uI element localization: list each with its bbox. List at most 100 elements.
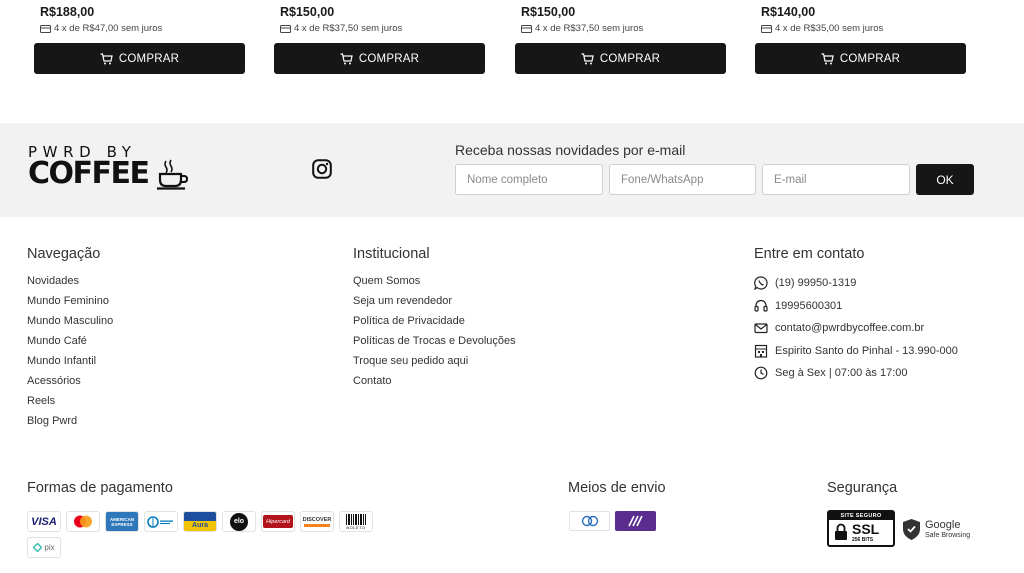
nav-link[interactable]: Blog Pwrd (27, 411, 113, 431)
product-price: R$140,00 (761, 5, 816, 19)
aura-stripe (184, 512, 216, 521)
nav-link[interactable]: Reels (27, 391, 113, 411)
contact-email-text: contato@pwrdbycoffee.com.br (775, 322, 925, 334)
newsletter-submit-button[interactable]: OK (916, 164, 974, 195)
buy-button[interactable]: COMPRAR (755, 43, 966, 74)
envelope-icon (754, 323, 768, 334)
buy-button-label: COMPRAR (118, 52, 180, 65)
buy-button-label: COMPRAR (839, 52, 901, 65)
elo-label: elo (233, 518, 245, 525)
buy-button[interactable]: COMPRAR (274, 43, 485, 74)
product-installments: 4 x de R$37,50 sem juros (280, 23, 402, 34)
diners-logo (147, 515, 173, 528)
shipping-carrier-logo (615, 511, 656, 531)
product-price: R$150,00 (521, 5, 576, 19)
installments-text: 4 x de R$37,50 sem juros (294, 23, 403, 34)
contact-phone[interactable]: 19995600301 (754, 297, 842, 315)
building-icon (754, 344, 768, 358)
visa-label: VISA (31, 515, 57, 528)
credit-card-icon (40, 24, 51, 33)
aura-icon: Aura (183, 511, 217, 532)
headset-icon (754, 299, 768, 312)
contact-whatsapp-text: (19) 99950-1319 (775, 277, 857, 289)
pix-icon: pix (27, 537, 61, 558)
hipercard-label: Hipercard (266, 518, 290, 525)
newsletter-name-input[interactable] (455, 164, 603, 195)
institutional-list: Quem Somos Seja um revendedor Política d… (353, 271, 516, 391)
boleto-label: BOLETO (346, 524, 366, 530)
ssl-seal: SITE SEGURO SSL 256 BITS (827, 510, 895, 547)
amex-label: AMERICAN EXPRESS (109, 516, 135, 527)
mastercard-logo (74, 515, 92, 528)
discover-stripe (304, 523, 330, 527)
product-strip: R$188,00 4 x de R$47,00 sem juros COMPRA… (0, 0, 1024, 123)
padlock-icon (835, 523, 847, 540)
whatsapp-icon (754, 276, 768, 290)
shield-icon (903, 518, 920, 540)
contact-title: Entre em contato (754, 246, 865, 262)
contact-address-text: Espirito Santo do Pinhal - 13.990-000 (775, 345, 958, 357)
nav-link[interactable]: Mundo Café (27, 331, 113, 351)
nav-link[interactable]: Novidades (27, 271, 113, 291)
contact-phone-text: 19995600301 (775, 300, 843, 312)
google-seal-text: Google Safe Browsing (925, 519, 970, 540)
cart-icon (581, 52, 594, 64)
mastercard-icon (66, 511, 100, 532)
navigation-list: Novidades Mundo Feminino Mundo Masculino… (27, 271, 113, 431)
logo-main-text: COFFEE (28, 156, 150, 191)
nav-link[interactable]: Mundo Infantil (27, 351, 113, 371)
pix-logo (33, 543, 43, 552)
carrier-rings-icon (581, 515, 598, 527)
google-label: Google (925, 518, 961, 531)
boleto-icon: BOLETO (339, 511, 373, 532)
barcode-icon (346, 513, 366, 525)
hipercard-icon: Hipercard (261, 511, 295, 532)
buy-button[interactable]: COMPRAR (515, 43, 726, 74)
institutional-link[interactable]: Seja um revendedor (353, 291, 516, 311)
contact-hours: Seg à Sex | 07:00 às 17:00 (754, 364, 908, 382)
instagram-icon[interactable] (312, 159, 332, 179)
nav-link[interactable]: Mundo Feminino (27, 291, 113, 311)
cart-icon (340, 52, 353, 64)
buy-button[interactable]: COMPRAR (34, 43, 245, 74)
discover-icon: DISCOVER (300, 511, 334, 532)
contact-address: Espirito Santo do Pinhal - 13.990-000 (754, 342, 958, 360)
credit-card-icon (280, 24, 291, 33)
brand-logo[interactable]: PWRD BY COFFEE (28, 143, 198, 191)
elo-badge: elo (230, 512, 248, 531)
product-price: R$150,00 (280, 5, 335, 19)
shipping-title: Meios de envio (568, 480, 666, 496)
contact-email[interactable]: contato@pwrdbycoffee.com.br (754, 319, 924, 337)
google-safe-browsing-seal: Google Safe Browsing (902, 515, 970, 543)
carrier-stripes-icon (627, 515, 643, 527)
ssl-seal-main: SSL (852, 521, 880, 537)
newsletter-email-input[interactable] (762, 164, 910, 195)
cart-icon (100, 52, 113, 64)
institutional-link[interactable]: Contato (353, 371, 516, 391)
navigation-title: Navegação (27, 246, 101, 262)
institutional-link[interactable]: Troque seu pedido aqui (353, 351, 516, 371)
product-installments: 4 x de R$37,50 sem juros (521, 23, 643, 34)
nav-link[interactable]: Mundo Masculino (27, 311, 113, 331)
institutional-link[interactable]: Políticas de Trocas e Devoluções (353, 331, 516, 351)
product-price: R$188,00 (40, 5, 95, 19)
institutional-link[interactable]: Quem Somos (353, 271, 516, 291)
hipercard-badge: Hipercard (263, 515, 293, 528)
newsletter-band: PWRD BY COFFEE Receba nossas novidades p… (0, 123, 1024, 217)
nav-link[interactable]: Acessórios (27, 371, 113, 391)
installments-text: 4 x de R$37,50 sem juros (535, 23, 644, 34)
safe-browsing-label: Safe Browsing (925, 531, 971, 539)
contact-whatsapp[interactable]: (19) 99950-1319 (754, 274, 856, 292)
credit-card-icon (761, 24, 772, 33)
discover-label: DISCOVER (302, 516, 332, 523)
diners-club-icon (144, 511, 178, 532)
amex-icon: AMERICAN EXPRESS (105, 511, 139, 532)
institutional-link[interactable]: Política de Privacidade (353, 311, 516, 331)
institutional-title: Institucional (353, 246, 430, 262)
ssl-seal-bits: 256 BITS (852, 537, 874, 543)
newsletter-phone-input[interactable] (609, 164, 756, 195)
buy-button-label: COMPRAR (358, 52, 420, 65)
security-title: Segurança (827, 480, 898, 496)
credit-card-icon (521, 24, 532, 33)
clock-icon (754, 366, 768, 380)
